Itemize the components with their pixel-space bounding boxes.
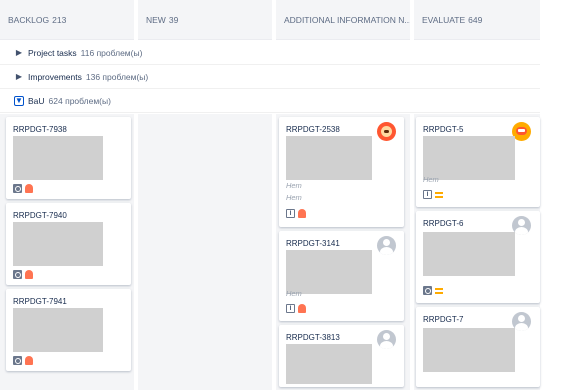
priority-medium-icon [435,191,443,198]
issue-card[interactable]: RRPDGT-3813 [279,325,404,387]
issue-key[interactable]: RRPDGT-3813 [286,333,340,342]
swimlane-count: 136 проблем(ы) [85,71,149,82]
issue-card[interactable]: RRPDGT-7940 [6,203,131,285]
priority-high-icon [25,184,33,193]
issue-key[interactable]: RRPDGT-3141 [286,239,340,248]
priority-medium-icon [435,287,443,294]
story-icon: I [423,190,432,199]
column-name: ADDITIONAL INFORMATION N... [284,14,410,25]
summary-placeholder [13,136,103,180]
card-icons [423,286,443,295]
issue-card[interactable]: RRPDGT-7941 [6,289,131,371]
issue-key[interactable]: RRPDGT-2538 [286,125,340,134]
issue-type-icon [13,356,22,365]
summary-placeholder [286,344,372,384]
swimlane-count: 116 проблем(ы) [80,47,143,58]
column-header-additional-information: ADDITIONAL INFORMATION N... 15 [276,0,410,40]
summary-placeholder [423,232,515,276]
column-count: 649 [468,14,483,25]
swimlane-label: Improvements [28,71,82,82]
summary-placeholder [423,136,515,180]
column-name: NEW [146,14,166,25]
card-icons [13,184,33,193]
issue-card[interactable]: RRPDGT-6 [416,211,540,303]
swimlane-count: 624 проблем(ы) [48,95,111,106]
issue-key[interactable]: RRPDGT-7938 [13,125,67,134]
priority-high-icon [25,356,33,365]
card-icons: I [286,209,306,218]
issue-key[interactable]: RRPDGT-5 [423,125,463,134]
field-placeholder: Нет [423,175,439,184]
swimlane-label: BaU [28,95,45,106]
column-header-new: NEW 39 [138,0,272,40]
issue-card[interactable]: RRPDGT-7 [416,307,540,387]
avatar-icon[interactable] [377,330,396,349]
column-header-evaluate: EVALUATE 649 [414,0,540,40]
column-count: 213 [52,14,67,25]
swimlane-project-tasks[interactable]: ▶ Project tasks 116 проблем(ы) [0,41,540,65]
card-icons [13,270,33,279]
issue-type-icon [13,270,22,279]
summary-placeholder [423,328,515,372]
summary-placeholder [13,308,103,352]
swimlane-label: Project tasks [28,47,77,58]
swimlane-improvements[interactable]: ▶ Improvements 136 проблем(ы) [0,65,540,89]
issue-card[interactable]: RRPDGT-3141 Нет I [279,231,404,321]
chevron-down-icon[interactable]: ▼ [14,95,24,106]
field-placeholder: Нет [286,289,302,298]
chevron-right-icon[interactable]: ▶ [14,48,24,58]
avatar-icon[interactable] [377,236,396,255]
issue-type-icon [423,286,432,295]
column-name: BACKLOG [8,14,50,25]
summary-placeholder [286,250,372,294]
column-new [138,114,272,390]
issue-card[interactable]: RRPDGT-5 Нет I [416,117,540,207]
priority-high-icon [298,209,306,218]
field-placeholder: Нет [286,193,302,202]
column-header-backlog: BACKLOG 213 [0,0,134,40]
card-icons: I [286,304,306,313]
issue-key[interactable]: RRPDGT-7941 [13,297,67,306]
column-count: 39 [168,14,179,25]
priority-high-icon [298,304,306,313]
summary-placeholder [13,222,103,266]
swimlane-bau[interactable]: ▼ BaU 624 проблем(ы) [0,89,540,113]
issue-card[interactable]: RRPDGT-2538 Нет Нет I [279,117,404,227]
summary-placeholder [286,136,372,180]
issue-card[interactable]: RRPDGT-7938 [6,117,131,199]
priority-high-icon [25,270,33,279]
story-icon: I [286,209,295,218]
issue-type-icon [13,184,22,193]
field-placeholder: Нет [286,181,302,190]
avatar-icon[interactable] [377,122,396,141]
story-icon: I [286,304,295,313]
card-icons [13,356,33,365]
chevron-right-icon[interactable]: ▶ [14,72,24,82]
issue-key[interactable]: RRPDGT-7940 [13,211,67,220]
column-name: EVALUATE [422,14,466,25]
card-icons: I [423,190,443,199]
issue-key[interactable]: RRPDGT-7 [423,315,463,324]
issue-key[interactable]: RRPDGT-6 [423,219,463,228]
